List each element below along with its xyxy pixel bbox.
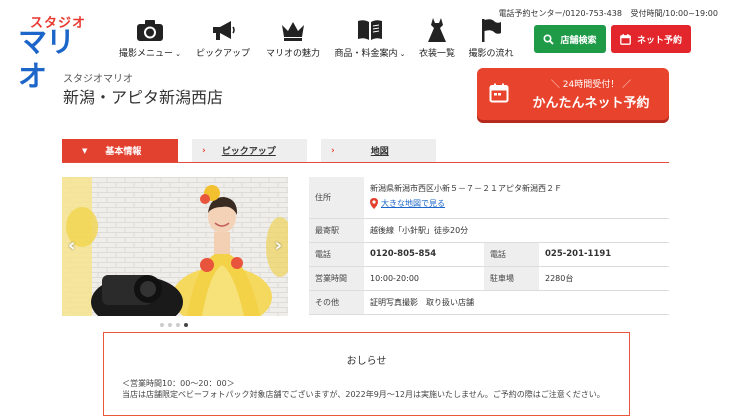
hours-label: 営業時間 xyxy=(309,266,364,291)
station-value: 越後線「小針駅」徒歩20分 xyxy=(364,218,669,243)
chevron-right-icon: › xyxy=(202,145,206,156)
logo[interactable]: スタジオ マリオ xyxy=(18,12,100,93)
table-row: 営業時間 10:00-20:00 駐車場 2280台 xyxy=(309,266,669,291)
slider-prev-icon[interactable]: ‹ xyxy=(68,235,75,256)
slider-dot[interactable] xyxy=(160,323,164,327)
tab-pickup-label: ピックアップ xyxy=(221,147,276,157)
tab-basic-info[interactable]: ▼ 基本情報 xyxy=(62,139,178,162)
slider-dot[interactable] xyxy=(168,323,172,327)
calendar-icon xyxy=(489,83,509,103)
notice-title: おしらせ xyxy=(346,356,387,367)
address-cell: 新潟県新潟市西区小新５－７－２１アピタ新潟西２Ｆ 大きな地図で見る xyxy=(364,177,669,219)
nav-item-charm[interactable]: マリオの魅力 xyxy=(264,16,322,60)
big-map-link[interactable]: 大きな地図で見る xyxy=(370,198,445,210)
easy-net-reserve-button[interactable]: ＼ 24時間受付！ ／ かんたんネット予約 xyxy=(477,68,669,120)
big-map-link-label: 大きな地図で見る xyxy=(381,199,445,209)
store-info-table: 住所 新潟県新潟市西区小新５－７－２１アピタ新潟西２Ｆ 大きな地図で見る 最寄駅… xyxy=(309,177,669,315)
nav-item-pickup[interactable]: ピックアップ xyxy=(196,16,250,60)
triangle-down-icon: ▼ xyxy=(82,146,88,155)
calendar-icon xyxy=(620,33,631,45)
tab-map[interactable]: › 地図 xyxy=(321,139,436,162)
megaphone-icon xyxy=(208,16,238,44)
nav-item-costumes[interactable]: 衣装一覧 xyxy=(416,16,458,60)
store-brand-label: スタジオマリオ xyxy=(63,74,133,85)
parking-value: 2280台 xyxy=(539,266,669,291)
crown-icon xyxy=(278,16,308,44)
reservation-center-text: 電話予約センター/0120-753-438 xyxy=(498,9,622,18)
phone-label: 電話 xyxy=(309,242,364,267)
nav-item-menu[interactable]: 撮影メニュー ⌄ xyxy=(118,16,182,60)
chevron-down-icon: ⌄ xyxy=(175,50,181,58)
slider-dot-active[interactable] xyxy=(184,323,188,327)
other-label: その他 xyxy=(309,290,364,315)
net-reserve-label: ネット予約 xyxy=(636,35,682,46)
nav-label-flow: 撮影の流れ xyxy=(468,49,514,59)
station-label: 最寄駅 xyxy=(309,218,364,243)
parking-label: 駐車場 xyxy=(484,266,539,291)
nav-item-flow[interactable]: 撮影の流れ xyxy=(468,16,514,60)
nav-label-charm: マリオの魅力 xyxy=(265,49,320,59)
tab-pickup[interactable]: › ピックアップ xyxy=(192,139,307,162)
store-photo-slider[interactable]: ‹ › xyxy=(62,177,288,316)
slider-dots xyxy=(160,323,188,327)
search-icon xyxy=(543,33,555,45)
tab-basic-info-label: 基本情報 xyxy=(105,147,142,157)
notice-box: おしらせ ＜営業時間10：00～20：00＞ 当店は店舗限定ベビーフォトパック対… xyxy=(103,332,630,416)
nav-item-products[interactable]: 商品・料金案内 ⌄ xyxy=(334,16,406,60)
notice-line-2: 当店は店舗限定ベビーフォトパック対象店舗でございますが、2022年9月～12月は… xyxy=(122,390,605,399)
main-nav: 撮影メニュー ⌄ ピックアップ マリオの魅力 商品・料金案内 ⌄ 衣装一覧 撮影の流… xyxy=(118,16,514,60)
slider-next-icon[interactable]: › xyxy=(275,235,282,256)
page-title: 新潟・アピタ新潟西店 xyxy=(63,88,224,107)
phone-value[interactable]: 0120-805-854 xyxy=(364,242,484,267)
flag-icon xyxy=(476,16,506,44)
hours-value: 10:00-20:00 xyxy=(364,266,484,291)
net-reserve-button[interactable]: ネット予約 xyxy=(611,25,691,53)
address-value: 新潟県新潟市西区小新５－７－２１アピタ新潟西２Ｆ xyxy=(370,184,562,194)
other-value: 証明写真撮影 取り扱い店舗 xyxy=(364,290,669,315)
table-row: その他 証明写真撮影 取り扱い店舗 xyxy=(309,290,669,315)
slider-dot[interactable] xyxy=(176,323,180,327)
map-pin-icon xyxy=(370,198,378,210)
camera-icon xyxy=(135,16,165,44)
nav-label-menu: 撮影メニュー xyxy=(119,49,174,59)
table-row: 最寄駅 越後線「小針駅」徒歩20分 xyxy=(309,218,669,243)
chevron-right-icon: › xyxy=(331,145,335,156)
top-info: 電話予約センター/0120-753-438 受付時間/10:00~19:00 xyxy=(493,8,718,19)
table-row: 電話 0120-805-854 電話 025-201-1191 xyxy=(309,242,669,267)
hours-text: 受付時間/10:00~19:00 xyxy=(630,9,718,18)
store-photo xyxy=(62,177,288,316)
chevron-down-icon: ⌄ xyxy=(399,50,406,58)
phone2-value[interactable]: 025-201-1191 xyxy=(539,242,669,267)
table-row: 住所 新潟県新潟市西区小新５－７－２１アピタ新潟西２Ｆ 大きな地図で見る xyxy=(309,177,669,219)
reserve-tagline: ＼ 24時間受付！ ／ xyxy=(550,80,632,90)
store-search-button[interactable]: 店舗検索 xyxy=(534,25,606,53)
nav-label-products: 商品・料金案内 xyxy=(334,49,398,59)
nav-label-pickup: ピックアップ xyxy=(196,49,251,59)
store-search-label: 店舗検索 xyxy=(560,35,597,46)
tab-map-label: 地図 xyxy=(370,147,389,157)
phone2-label: 電話 xyxy=(484,242,539,267)
reserve-label: かんたんネット予約 xyxy=(532,96,650,111)
book-icon xyxy=(355,16,385,44)
address-label: 住所 xyxy=(309,177,364,219)
nav-label-costumes: 衣装一覧 xyxy=(418,49,455,59)
notice-line-1: ＜営業時間10：00～20：00＞ xyxy=(122,379,235,388)
dress-icon xyxy=(422,16,452,44)
store-tabs: ▼ 基本情報 › ピックアップ › 地図 xyxy=(62,139,669,163)
